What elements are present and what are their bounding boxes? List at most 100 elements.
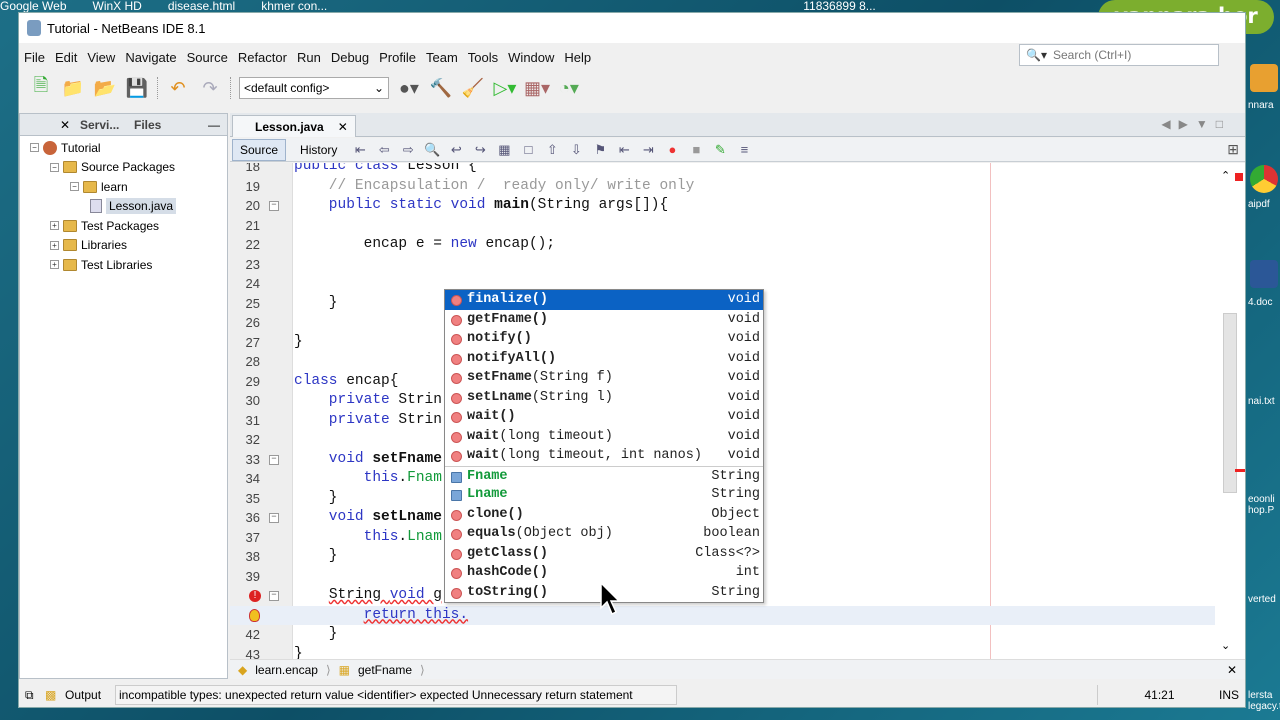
tree-item-test-libraries[interactable]: + Test Libraries (50, 255, 152, 274)
error-icon[interactable]: ! (249, 590, 261, 602)
completion-item[interactable]: setFname(String f) void (445, 368, 763, 388)
completion-item[interactable]: wait() void (445, 407, 763, 427)
fold-toggle-icon[interactable]: − (269, 201, 279, 211)
completion-item[interactable]: setLname(String l) void (445, 388, 763, 408)
tree-item-libraries[interactable]: + Libraries (50, 236, 127, 255)
menu-run[interactable]: Run (292, 50, 326, 65)
vertical-scrollbar-thumb[interactable] (1223, 313, 1237, 493)
run-icon[interactable]: ▷▾ (493, 77, 517, 99)
breadcrumb-method[interactable]: getFname (358, 663, 412, 677)
tab-lesson-java[interactable]: Lesson.java ✕ (232, 115, 356, 137)
menu-edit[interactable]: Edit (50, 50, 82, 65)
minimize-icon[interactable]: — (208, 118, 220, 132)
completion-item[interactable]: Lname String (445, 485, 763, 505)
fold-toggle-icon[interactable]: − (269, 591, 279, 601)
tab-services[interactable]: Servi... (74, 118, 128, 132)
expand-icon[interactable]: + (50, 260, 59, 269)
back-icon[interactable]: ⇦ (375, 142, 393, 158)
completion-item[interactable]: Fname String (445, 465, 763, 486)
find-icon[interactable]: 🔍 (423, 142, 441, 158)
completion-item[interactable]: wait(long timeout) void (445, 427, 763, 447)
toggle-bookmark-icon[interactable]: ⚑ (591, 142, 609, 158)
menu-view[interactable]: View (82, 50, 120, 65)
history-view-button[interactable]: History (292, 139, 345, 161)
prev-bookmark-icon[interactable]: ⇧ (543, 142, 561, 158)
word-doc-icon[interactable] (1250, 260, 1278, 288)
tree-item-lesson-java[interactable]: Lesson.java (90, 197, 177, 216)
menu-navigate[interactable]: Navigate (120, 50, 181, 65)
tab-files[interactable]: Files (128, 118, 188, 132)
restore-window-icon[interactable]: ⧉ (25, 688, 34, 703)
breadcrumb-class[interactable]: learn.encap (255, 663, 318, 677)
completion-item[interactable]: hashCode() int (445, 563, 763, 583)
menu-window[interactable]: Window (503, 50, 559, 65)
chrome-shortcut-icon[interactable] (1250, 64, 1278, 92)
insert-mode[interactable]: INS (1219, 688, 1239, 702)
close-tab-icon[interactable]: ✕ (338, 120, 348, 134)
stop-macro-icon[interactable]: ■ (687, 142, 705, 158)
search-icon[interactable]: 🔍▾ (1020, 48, 1053, 62)
completion-item[interactable]: getFname() void (445, 310, 763, 330)
completion-item[interactable]: notifyAll() void (445, 349, 763, 369)
new-project-icon[interactable]: 📁 (61, 77, 85, 99)
close-icon[interactable]: ✕ (20, 118, 74, 132)
tab-nav-icons[interactable]: ◀▶▼□ (1161, 117, 1231, 131)
shift-right-icon[interactable]: ⇥ (639, 142, 657, 158)
close-breadcrumb-icon[interactable]: ✕ (1227, 663, 1237, 677)
forward-icon[interactable]: ⇨ (399, 142, 417, 158)
find-next-icon[interactable]: ↪ (471, 142, 489, 158)
fold-toggle-icon[interactable]: − (269, 454, 279, 465)
undo-icon[interactable]: ↶ (166, 77, 190, 99)
split-editor-icon[interactable]: ⊞ (1227, 141, 1239, 158)
open-project-icon[interactable]: 📂 (93, 77, 117, 99)
menu-file[interactable]: File (19, 50, 50, 65)
chrome-icon[interactable] (1250, 165, 1278, 193)
globe-icon[interactable]: ●▾ (397, 77, 421, 99)
uncomment-icon[interactable]: ≡ (735, 142, 753, 158)
expand-icon[interactable]: + (50, 240, 59, 250)
menu-refactor[interactable]: Refactor (233, 50, 292, 65)
expand-icon[interactable]: − (50, 162, 59, 172)
next-bookmark-icon[interactable]: ⇩ (567, 142, 585, 158)
tree-item-tutorial[interactable]: − Tutorial (30, 138, 101, 157)
error-stripe[interactable]: ⌃ ⌄ (1219, 163, 1245, 659)
tree-item-learn[interactable]: − learn (70, 177, 128, 196)
new-file-icon[interactable]: 🗎 (29, 75, 53, 99)
build-hammer-icon[interactable]: 🔨 (429, 77, 453, 99)
menu-help[interactable]: Help (559, 50, 596, 65)
menu-profile[interactable]: Profile (374, 50, 421, 65)
tree-item-source-packages[interactable]: − Source Packages (50, 158, 175, 177)
last-edit-icon[interactable]: ⇤ (351, 142, 369, 158)
menu-source[interactable]: Source (182, 50, 233, 65)
shift-left-icon[interactable]: ⇤ (615, 142, 633, 158)
source-view-button[interactable]: Source (232, 138, 287, 161)
menu-tools[interactable]: Tools (463, 50, 503, 65)
completion-item[interactable]: equals(Object obj) boolean (445, 524, 763, 544)
output-button[interactable]: Output (65, 688, 101, 702)
search-input[interactable]: 🔍▾ Search (Ctrl+I) (1019, 44, 1219, 66)
tree-item-test-packages[interactable]: + Test Packages (50, 216, 159, 235)
hint-bulb-icon[interactable] (249, 608, 260, 622)
menu-debug[interactable]: Debug (326, 50, 374, 65)
collapse-icon[interactable]: − (30, 143, 39, 152)
expand-icon[interactable]: + (50, 221, 59, 230)
completion-item[interactable]: clone() Object (445, 505, 763, 525)
completion-item[interactable]: getClass() Class<?> (445, 544, 763, 564)
toggle-highlight-icon[interactable]: ▦ (495, 142, 513, 158)
scroll-down-icon[interactable]: ⌄ (1221, 639, 1230, 652)
record-macro-icon[interactable]: ● (663, 142, 681, 158)
error-mark[interactable] (1235, 469, 1245, 472)
fold-toggle-icon[interactable]: − (269, 513, 279, 523)
completion-item[interactable]: notify() void (445, 329, 763, 349)
save-all-icon[interactable]: 💾 (125, 77, 149, 99)
comment-icon[interactable]: ✎ (711, 142, 729, 158)
completion-item[interactable]: finalize() void (445, 290, 763, 310)
clean-build-icon[interactable]: 🧹 (461, 77, 485, 99)
profile-icon[interactable]: ◔▾ (557, 77, 581, 99)
menu-team[interactable]: Team (421, 50, 463, 65)
completion-item[interactable]: wait(long timeout, int nanos) void (445, 446, 763, 466)
find-prev-icon[interactable]: ↩ (447, 142, 465, 158)
toggle-rect-select-icon[interactable]: □ (519, 142, 537, 158)
config-select[interactable]: <default config> ⌄ (239, 77, 389, 99)
debug-icon[interactable]: ▦▾ (524, 77, 550, 99)
